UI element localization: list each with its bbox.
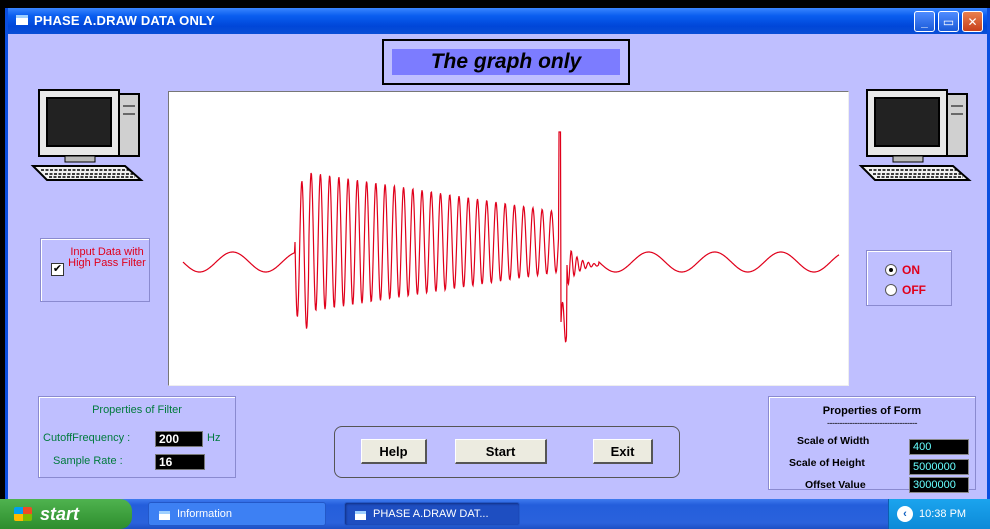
taskbar-item-information[interactable]: Information xyxy=(148,502,326,526)
exit-button[interactable]: Exit xyxy=(593,439,653,464)
properties-of-filter-title: Properties of Filter xyxy=(92,404,182,416)
computer-icon-left xyxy=(30,89,144,181)
window-title: PHASE A.DRAW DATA ONLY xyxy=(34,13,215,28)
heading-frame: The graph only xyxy=(382,39,630,85)
filter-option-frame: ✔ Input Data with High Pass Filter xyxy=(40,238,150,302)
offset-value-field[interactable]: 3000000 xyxy=(909,477,969,493)
title-bar[interactable]: PHASE A.DRAW DATA ONLY _ ▭ ✕ xyxy=(8,8,987,34)
page-title: The graph only xyxy=(392,49,620,75)
action-button-panel: Help Start Exit xyxy=(334,426,680,478)
windows-logo-icon xyxy=(14,507,32,521)
tray-arrow-icon[interactable]: ‹ xyxy=(897,506,913,522)
clock: 10:38 PM xyxy=(919,508,967,520)
high-pass-filter-label[interactable]: Input Data with High Pass Filter xyxy=(67,247,147,269)
offset-value-label: Offset Value xyxy=(805,479,866,491)
off-option[interactable]: OFF xyxy=(885,283,926,297)
high-pass-filter-checkbox[interactable]: ✔ xyxy=(51,263,64,276)
cutoff-unit-label: Hz xyxy=(207,432,221,444)
off-radio[interactable] xyxy=(885,284,897,296)
properties-of-form-title: Properties of Form xyxy=(822,405,922,417)
window-app-icon[interactable] xyxy=(16,15,28,25)
scale-of-height-label: Scale of Height xyxy=(789,457,865,469)
graph-area xyxy=(168,91,849,386)
scale-of-height-field[interactable]: 5000000 xyxy=(909,459,969,475)
cutoff-frequency-field[interactable]: 200 xyxy=(155,431,203,447)
window-icon xyxy=(355,511,366,520)
start-button[interactable]: Start xyxy=(455,439,547,464)
cutoff-frequency-label: CutoffFrequency : xyxy=(43,432,131,444)
taskbar-item-label: PHASE A.DRAW DAT... xyxy=(373,508,489,520)
properties-of-form-panel: Properties of Form ---------------------… xyxy=(768,396,976,493)
start-menu-button[interactable]: start xyxy=(0,499,132,529)
signal-waveform xyxy=(182,131,840,343)
signal-plot xyxy=(182,131,840,343)
off-label[interactable]: OFF xyxy=(902,283,926,297)
on-option[interactable]: ON xyxy=(885,263,920,277)
properties-of-filter-panel: Properties of Filter CutoffFrequency : 2… xyxy=(38,396,236,478)
on-label[interactable]: ON xyxy=(902,263,920,277)
on-radio[interactable] xyxy=(885,264,897,276)
properties-separator: ------------------------------------ xyxy=(827,418,917,428)
computer-icon-right xyxy=(858,89,972,181)
help-button[interactable]: Help xyxy=(361,439,427,464)
taskbar-item-phase-a[interactable]: PHASE A.DRAW DAT... xyxy=(344,502,520,526)
start-label: start xyxy=(40,503,80,524)
system-tray: ‹ 10:38 PM xyxy=(888,499,990,529)
maximize-button[interactable]: ▭ xyxy=(938,11,959,32)
sample-rate-label: Sample Rate : xyxy=(53,455,123,467)
app-window: PHASE A.DRAW DATA ONLY _ ▭ ✕ The graph o… xyxy=(5,8,990,499)
minimize-button[interactable]: _ xyxy=(914,11,935,32)
close-button[interactable]: ✕ xyxy=(962,11,983,32)
scale-of-width-field[interactable]: 400 xyxy=(909,439,969,455)
scale-of-width-label: Scale of Width xyxy=(797,435,870,447)
taskbar-item-label: Information xyxy=(177,508,233,520)
taskbar: start Information PHASE A.DRAW DAT... ‹ … xyxy=(0,499,990,529)
on-off-frame: ON OFF xyxy=(866,250,952,306)
sample-rate-field[interactable]: 16 xyxy=(155,454,205,470)
window-icon xyxy=(159,511,170,520)
